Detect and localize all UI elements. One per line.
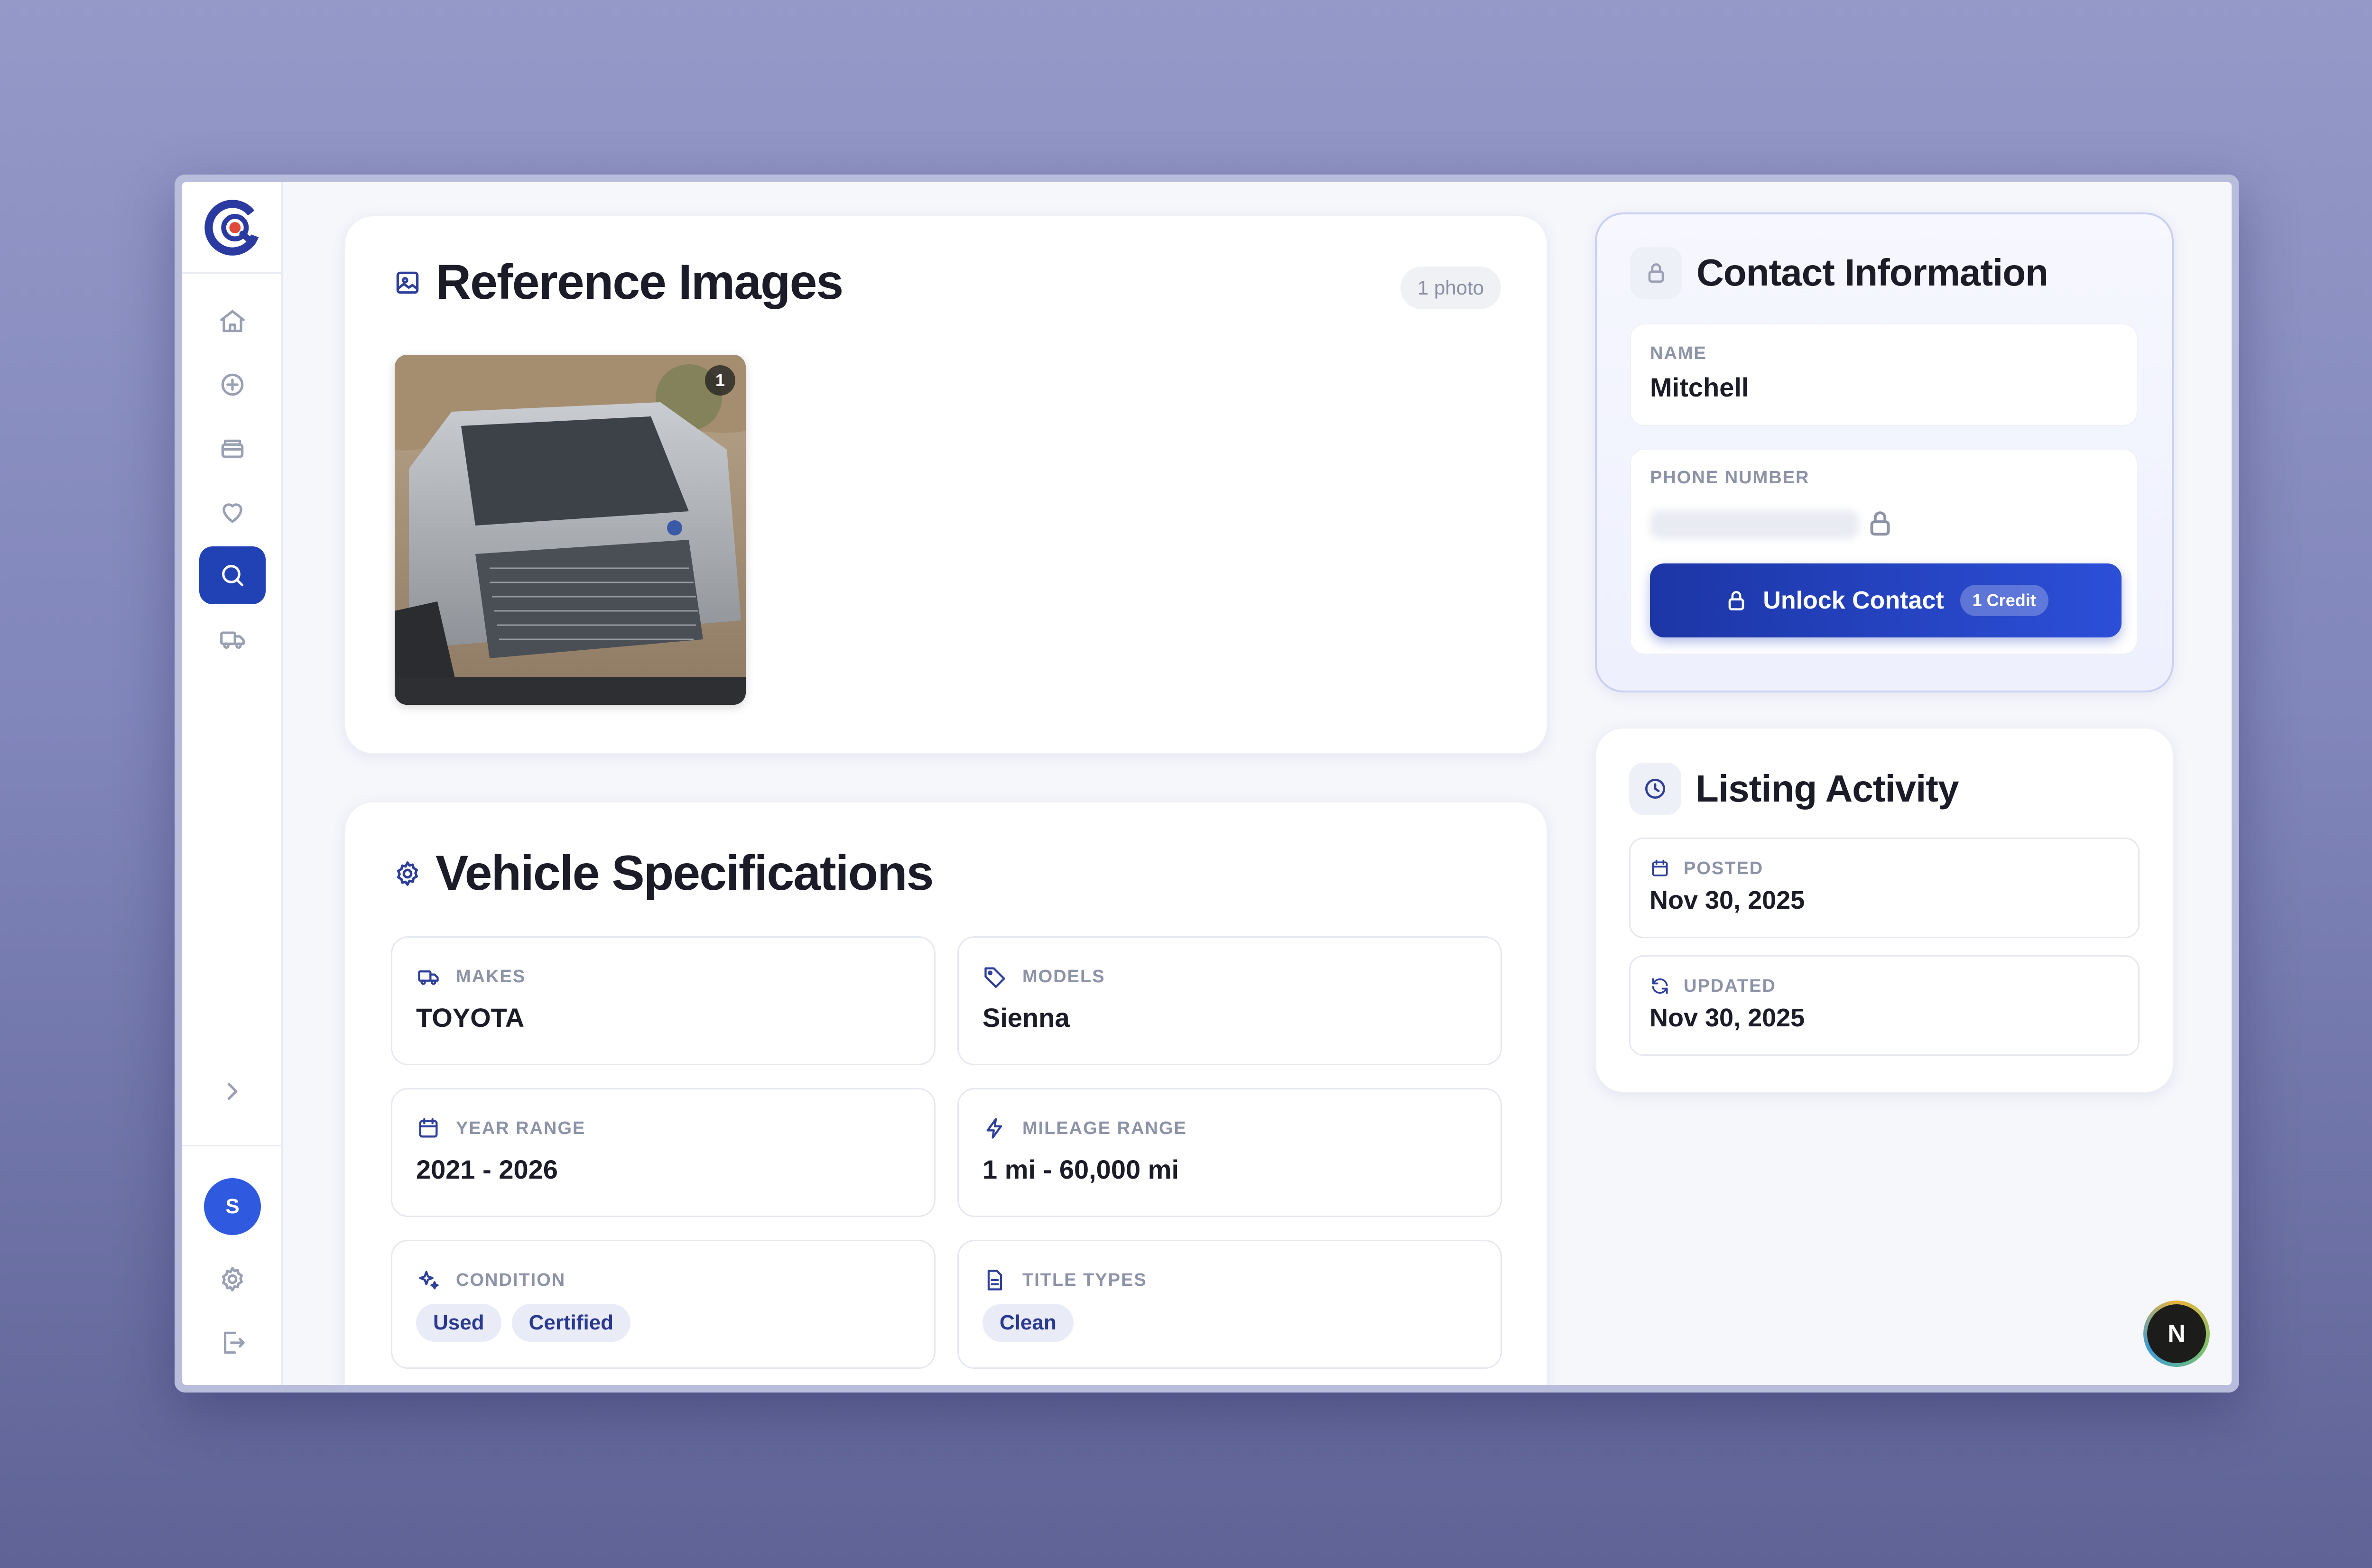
year-range-value: 2021 - 2026 [416,1154,558,1184]
image-icon [396,271,419,294]
models-label: MODELS [1022,966,1105,987]
truck-icon [220,631,245,649]
photo-index-badge: 1 [705,365,735,396]
unlock-contact-label: Unlock Contact [1763,587,1944,614]
nav-settings[interactable] [199,1250,266,1308]
spec-title-types: TITLE TYPES Clean [957,1240,1502,1369]
expand-sidebar-button[interactable] [199,1062,266,1120]
contact-card: Contact Information NAME Mitchell PHONE … [1595,212,2174,692]
unlock-contact-button[interactable]: Unlock Contact 1 Credit [1650,563,2122,637]
nav-logout[interactable] [199,1314,266,1372]
vehicle-photo[interactable]: 1 [395,355,746,705]
makes-label: MAKES [456,966,526,987]
document-icon [987,1270,1002,1291]
lock-icon-box [1630,247,1682,299]
truck-icon [418,970,439,985]
year-range-label: YEAR RANGE [456,1118,586,1138]
lock-icon [1728,591,1744,610]
vehicle-specs-card: Vehicle Specifications MAKES TOYOTA MODE… [344,802,1547,1385]
app-screen: S Reference Images 1 photo 1 Vehicle Spe… [182,182,2232,1385]
search-icon [222,565,244,587]
contact-title: Contact Information [1696,251,2048,294]
nav-home[interactable] [199,292,266,350]
settings-icon [397,861,418,886]
lock-icon [1648,263,1664,283]
photo-count-badge: 1 photo [1400,267,1501,309]
logout-icon [223,1331,245,1354]
inbox-icon [221,439,244,458]
lightning-icon [986,1118,1002,1139]
posted-label: POSTED [1684,858,1764,878]
chevron-right-icon [227,1082,238,1100]
app-window: S Reference Images 1 photo 1 Vehicle Spe… [175,175,2239,1393]
reference-images-title: Reference Images [435,255,843,310]
dev-tools-badge-letter: N [2147,1304,2206,1363]
makes-value: TOYOTA [416,1003,525,1033]
credit-badge: 1 Credit [1960,585,2048,616]
condition-chip: Certified [511,1304,631,1342]
spec-condition: CONDITION Used Certified [391,1240,936,1369]
phone-field: PHONE NUMBER Unlock Contact 1 Credit [1630,449,2138,655]
tag-icon [984,967,1005,988]
sidebar-divider-bottom [182,1145,283,1146]
name-value: Mitchell [1650,372,1749,402]
sidebar-divider [182,272,283,274]
listing-activity-title: Listing Activity [1696,767,1959,810]
vehicle-specs-title: Vehicle Specifications [435,846,934,901]
nav-search[interactable] [199,546,266,604]
condition-label: CONDITION [456,1270,566,1290]
nav-inbox[interactable] [199,419,266,477]
clock-icon-box [1629,763,1681,815]
name-label: NAME [1650,343,1707,363]
phone-label: PHONE NUMBER [1650,468,1810,488]
name-field: NAME Mitchell [1630,323,2138,426]
listing-activity-card: Listing Activity POSTED Nov 30, 2025 UPD… [1595,728,2174,1093]
calendar-icon [1652,859,1668,876]
models-value: Sienna [982,1003,1070,1033]
sidebar: S [182,182,283,1385]
plus-circle-icon [221,373,244,396]
posted-value: Nov 30, 2025 [1649,886,1805,914]
contact-heading: Contact Information [1630,247,2048,299]
nav-favorites[interactable] [199,483,266,541]
spec-mileage-range: MILEAGE RANGE 1 mi - 60,000 mi [957,1088,1502,1217]
updated-label: UPDATED [1684,976,1776,996]
app-logo[interactable] [201,196,264,259]
condition-chip: Used [416,1304,501,1342]
updated-value: Nov 30, 2025 [1649,1004,1805,1032]
heart-icon [222,503,242,523]
lock-icon [1870,511,1890,536]
nav-vehicles[interactable] [199,610,266,668]
home-icon [220,310,245,332]
vehicle-specs-heading: Vehicle Specifications [393,845,934,902]
vehicle-photo-image [395,355,746,705]
mileage-range-label: MILEAGE RANGE [1022,1118,1187,1138]
spec-makes: MAKES TOYOTA [391,936,936,1065]
calendar-icon [419,1118,438,1138]
reference-images-card: Reference Images 1 photo 1 [344,215,1547,754]
updated-item: UPDATED Nov 30, 2025 [1629,955,2140,1056]
sparkles-icon [419,1271,439,1290]
clock-icon [1645,779,1665,799]
title-type-chip: Clean [982,1304,1074,1342]
reference-images-heading: Reference Images [393,254,843,311]
title-types-label: TITLE TYPES [1022,1270,1147,1290]
spec-models: MODELS Sienna [957,936,1502,1065]
phone-number-blurred [1650,510,1859,539]
user-avatar[interactable]: S [204,1178,261,1235]
dev-tools-badge[interactable]: N [2143,1301,2210,1367]
refresh-icon [1652,978,1668,994]
listing-activity-heading: Listing Activity [1629,763,1959,815]
posted-item: POSTED Nov 30, 2025 [1629,838,2140,938]
main-content: Reference Images 1 photo 1 Vehicle Speci… [283,182,2232,1385]
spec-year-range: YEAR RANGE 2021 - 2026 [391,1088,936,1217]
mileage-range-value: 1 mi - 60,000 mi [982,1154,1179,1184]
nav-create[interactable] [199,356,266,414]
settings-icon [222,1267,243,1291]
